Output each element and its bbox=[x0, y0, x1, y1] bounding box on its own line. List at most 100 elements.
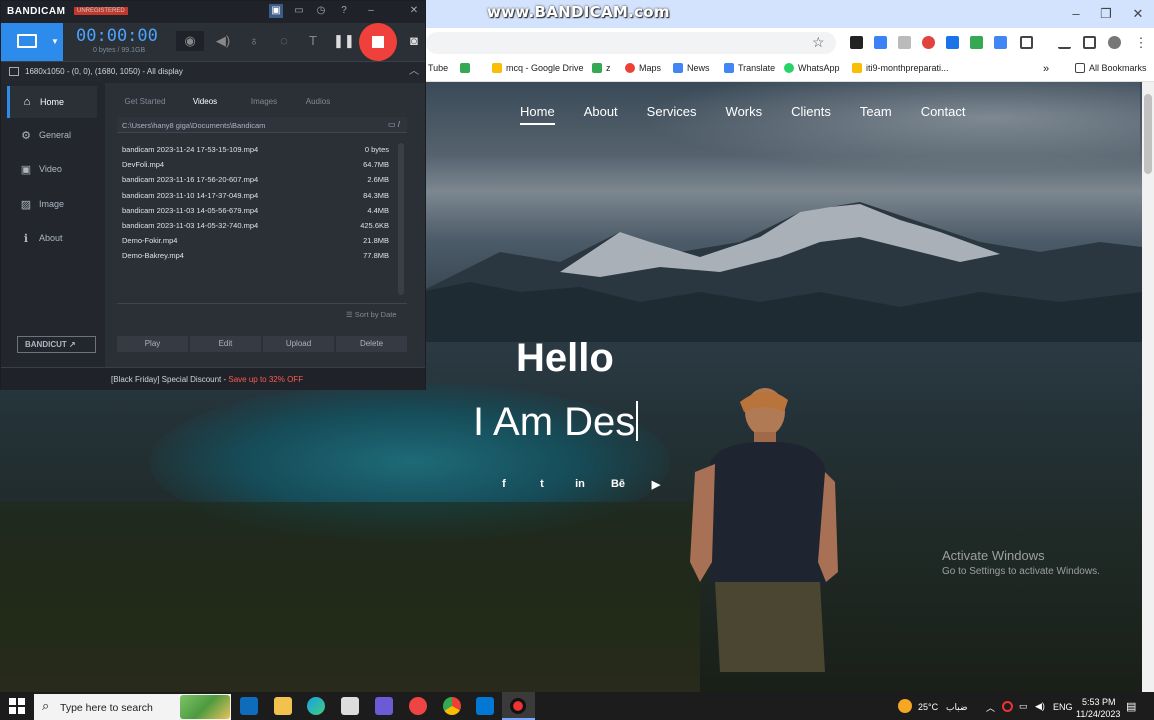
sidebar-item-about[interactable]: ℹ About bbox=[9, 222, 99, 254]
bookmark-item[interactable]: Tube bbox=[428, 63, 448, 73]
app-icon[interactable] bbox=[375, 697, 393, 715]
nav-home[interactable]: Home bbox=[520, 104, 555, 125]
lock-icon[interactable]: ▣ bbox=[269, 4, 283, 18]
all-bookmarks-button[interactable]: All Bookmarks bbox=[1075, 63, 1147, 73]
nav-services[interactable]: Services bbox=[647, 104, 697, 119]
list-item[interactable]: bandicam 2023-11-03 14-05-32-740.mp4 425.… bbox=[117, 219, 397, 234]
pen-extension-icon[interactable] bbox=[850, 36, 863, 49]
bookmarks-overflow-button[interactable]: » bbox=[1043, 63, 1049, 75]
weather-icon[interactable] bbox=[898, 699, 912, 713]
promo-link[interactable]: [Black Friday] Special Discount - Save u… bbox=[111, 375, 303, 384]
tab-audios[interactable]: Audios bbox=[291, 97, 345, 106]
list-item[interactable]: bandicam 2023-11-16 17-56-20-607.mp4 2.6M… bbox=[117, 173, 397, 188]
play-button[interactable]: Play bbox=[117, 336, 188, 352]
language-indicator[interactable]: ENG bbox=[1053, 702, 1073, 712]
chrome-browser-icon[interactable] bbox=[443, 697, 461, 715]
screenshot-camera-icon[interactable]: ◙ bbox=[404, 31, 424, 51]
list-item[interactable]: Demo-Bakrey.mp4 77.8MB bbox=[117, 249, 397, 264]
upload-button[interactable]: Upload bbox=[263, 336, 334, 352]
vscode-icon[interactable] bbox=[476, 697, 494, 715]
nav-clients[interactable]: Clients bbox=[791, 104, 831, 119]
network-icon[interactable]: ▭ bbox=[1019, 701, 1028, 712]
youtube-icon[interactable]: ▶ bbox=[637, 478, 675, 491]
stop-record-button[interactable] bbox=[359, 23, 397, 61]
sidebar-item-video[interactable]: ▣ Video bbox=[9, 153, 99, 185]
twitter-icon[interactable]: t bbox=[523, 478, 561, 491]
minimize-icon[interactable]: – bbox=[364, 4, 378, 18]
download-extension-icon[interactable] bbox=[874, 36, 887, 49]
edit-button[interactable]: Edit bbox=[190, 336, 261, 352]
bookmark-item[interactable]: WhatsApp bbox=[784, 63, 840, 73]
list-item[interactable]: bandicam 2023-11-03 14-05-56-679.mp4 4.4M… bbox=[117, 204, 397, 219]
open-folder-icon[interactable]: ▭ / bbox=[388, 120, 400, 129]
extensions-puzzle-icon[interactable] bbox=[1020, 36, 1033, 49]
sidebar-item-image[interactable]: ▨ Image bbox=[9, 188, 99, 220]
close-button[interactable]: ✕ bbox=[1125, 5, 1151, 23]
tab-images[interactable]: Images bbox=[237, 97, 291, 106]
sort-by-date-button[interactable]: ☰ Sort by Date bbox=[346, 310, 397, 319]
side-panel-icon[interactable] bbox=[1083, 36, 1096, 49]
address-bar[interactable] bbox=[426, 32, 836, 54]
bookmark-item[interactable]: News bbox=[673, 63, 710, 73]
delete-button[interactable]: Delete bbox=[336, 336, 407, 352]
bookmark-item[interactable] bbox=[460, 63, 474, 73]
bookmark-star-icon[interactable]: ☆ bbox=[812, 34, 825, 51]
sidebar-item-general[interactable]: ⚙ General bbox=[9, 119, 99, 151]
text-overlay-icon[interactable]: T bbox=[303, 31, 323, 51]
timer-icon[interactable]: ◷ bbox=[314, 4, 328, 18]
tray-overflow-icon[interactable]: ︿ bbox=[986, 701, 995, 714]
mail-app-icon[interactable] bbox=[240, 697, 258, 715]
behance-icon[interactable]: Bē bbox=[599, 478, 637, 491]
bookmark-item[interactable]: mcq - Google Drive bbox=[492, 63, 584, 73]
recording-tray-icon[interactable] bbox=[1002, 701, 1013, 712]
volume-icon[interactable]: ◀) bbox=[1035, 701, 1045, 712]
weather-temp[interactable]: 25°C bbox=[918, 702, 938, 712]
list-item[interactable]: bandicam 2023-11-10 14-17-37-049.mp4 84.3… bbox=[117, 189, 397, 204]
clock-time[interactable]: 5:53 PM bbox=[1082, 697, 1116, 707]
close-icon[interactable]: ✕ bbox=[407, 4, 421, 18]
nav-about[interactable]: About bbox=[584, 104, 618, 119]
screen-mode-button[interactable]: ▼ bbox=[1, 23, 63, 61]
grid-extension-icon[interactable] bbox=[970, 36, 983, 49]
notification-icon[interactable]: ▤ bbox=[1126, 700, 1136, 713]
bandicut-button[interactable]: BANDICUT ↗ bbox=[17, 336, 96, 353]
nav-contact[interactable]: Contact bbox=[921, 104, 966, 119]
pause-icon[interactable]: ❚❚ bbox=[333, 31, 355, 51]
word-extension-icon[interactable] bbox=[946, 36, 959, 49]
microphone-icon[interactable]: ♁ bbox=[244, 31, 264, 51]
file-explorer-icon[interactable] bbox=[274, 697, 292, 715]
minimize-button[interactable]: – bbox=[1063, 5, 1089, 23]
scroll-thumb[interactable] bbox=[1144, 94, 1152, 174]
unregistered-badge[interactable]: UNREGISTERED bbox=[74, 7, 128, 15]
search-input[interactable]: Type here to search bbox=[60, 702, 153, 714]
windows-start-icon[interactable] bbox=[9, 698, 25, 714]
bookmark-item[interactable]: Maps bbox=[625, 63, 661, 73]
edge-browser-icon[interactable] bbox=[307, 697, 325, 715]
bookmark-item[interactable]: iti9-monthpreparati... bbox=[852, 63, 949, 73]
bookmark-item[interactable]: Translate bbox=[724, 63, 775, 73]
store-app-icon[interactable] bbox=[341, 697, 359, 715]
nav-team[interactable]: Team bbox=[860, 104, 892, 119]
list-scrollbar[interactable] bbox=[398, 143, 404, 295]
color-extension-icon[interactable] bbox=[922, 36, 935, 49]
chevron-down-icon[interactable]: ▼ bbox=[51, 37, 59, 46]
speaker-icon[interactable]: ◀) bbox=[213, 31, 233, 51]
menu-kebab-icon[interactable]: ⋮ bbox=[1128, 34, 1154, 52]
list-item[interactable]: bandicam 2023-11-24 17-53-15-109.mp4 0 by… bbox=[117, 143, 397, 158]
tab-get-started[interactable]: Get Started bbox=[117, 97, 173, 106]
bandicam-taskbar-icon[interactable] bbox=[510, 698, 526, 714]
translate-extension-icon[interactable] bbox=[898, 36, 911, 49]
linkedin-icon[interactable]: in bbox=[561, 478, 599, 491]
sidebar-item-home[interactable]: ⌂ Home bbox=[7, 86, 97, 118]
help-icon[interactable]: ? bbox=[337, 4, 351, 18]
tab-videos[interactable]: Videos bbox=[173, 97, 237, 106]
profile-avatar[interactable] bbox=[1108, 36, 1121, 49]
webcam-icon[interactable]: ◉ bbox=[176, 31, 204, 51]
collapse-icon[interactable]: ︿ bbox=[407, 65, 421, 79]
folder-icon[interactable]: ▭ bbox=[292, 4, 306, 18]
clock-date[interactable]: 11/24/2023 bbox=[1076, 709, 1120, 719]
downloads-icon[interactable] bbox=[1058, 36, 1071, 49]
page-scrollbar[interactable] bbox=[1142, 82, 1154, 692]
opera-browser-icon[interactable] bbox=[409, 697, 427, 715]
facebook-icon[interactable]: f bbox=[485, 478, 523, 491]
